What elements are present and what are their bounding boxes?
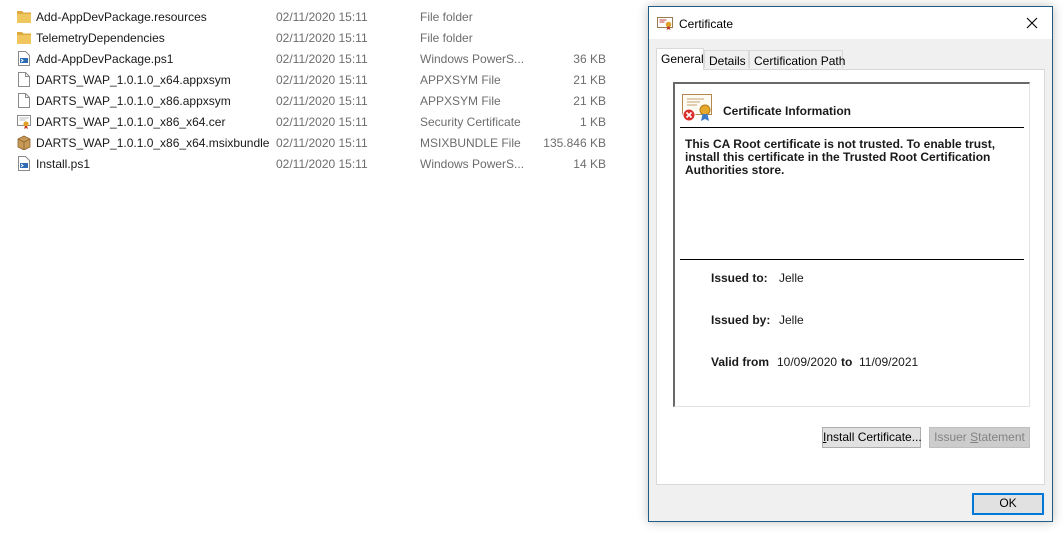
- trust-warning: This CA Root certificate is not trusted.…: [685, 137, 996, 177]
- file-row[interactable]: DARTS_WAP_1.0.1.0_x86.appxsym 02/11/2020…: [0, 90, 640, 111]
- blank-file-icon: [17, 72, 31, 87]
- file-date: 02/11/2020 15:11: [276, 31, 368, 45]
- file-size: 21 KB: [573, 94, 606, 108]
- issued-by-label: Issued by:: [711, 313, 771, 327]
- file-date: 02/11/2020 15:11: [276, 157, 368, 171]
- certificate-file-icon: [17, 114, 31, 129]
- issuer-statement-button[interactable]: Issuer Statement: [929, 427, 1030, 448]
- powershell-file-icon: [17, 156, 31, 171]
- powershell-file-icon: [17, 51, 31, 66]
- valid-to-label: to: [841, 355, 853, 369]
- issuer-mnemonic: S: [970, 430, 979, 444]
- file-name: Add-AppDevPackage.ps1: [36, 52, 174, 66]
- file-type: Security Certificate: [420, 115, 521, 129]
- file-date: 02/11/2020 15:11: [276, 136, 368, 150]
- file-row[interactable]: DARTS_WAP_1.0.1.0_x64.appxsym 02/11/2020…: [0, 69, 640, 90]
- file-size: 135.846 KB: [543, 136, 606, 150]
- title-bar[interactable]: Certificate: [649, 7, 1052, 39]
- file-size: 36 KB: [573, 52, 606, 66]
- valid-from-label: Valid from: [711, 355, 770, 369]
- dialog-title: Certificate: [679, 17, 734, 31]
- ok-button[interactable]: OK: [972, 493, 1044, 515]
- install-certificate-button[interactable]: Install Certificate...: [822, 427, 922, 448]
- file-row[interactable]: TelemetryDependencies 02/11/2020 15:11 F…: [0, 27, 640, 48]
- file-name: DARTS_WAP_1.0.1.0_x86_x64.msixbundle: [36, 136, 270, 150]
- file-row[interactable]: DARTS_WAP_1.0.1.0_x86_x64.cer 02/11/2020…: [0, 111, 640, 132]
- close-icon: [1026, 17, 1038, 29]
- file-type: APPXSYM File: [420, 94, 501, 108]
- file-size: 1 KB: [579, 115, 606, 129]
- issued-to-value: Jelle: [779, 271, 804, 285]
- file-list: Add-AppDevPackage.resources 02/11/2020 1…: [0, 6, 640, 174]
- folder-icon: [17, 30, 31, 45]
- file-name: Add-AppDevPackage.resources: [36, 10, 207, 24]
- file-type: APPXSYM File: [420, 73, 501, 87]
- divider: [680, 127, 1024, 128]
- tab-certification-path[interactable]: Certification Path: [749, 50, 845, 68]
- file-row[interactable]: Add-AppDevPackage.ps1 02/11/2020 15:11 W…: [0, 48, 640, 69]
- blank-file-icon: [17, 93, 31, 108]
- file-name: Install.ps1: [36, 157, 91, 171]
- tab-general[interactable]: General: [656, 48, 704, 70]
- valid-from-value: 10/09/2020: [777, 355, 838, 369]
- issued-to-label: Issued to:: [711, 271, 768, 285]
- certificate-icon: [657, 15, 673, 31]
- file-date: 02/11/2020 15:11: [276, 73, 368, 87]
- package-file-icon: [17, 135, 31, 151]
- close-button[interactable]: [1012, 7, 1052, 39]
- file-date: 02/11/2020 15:11: [276, 52, 368, 66]
- certificate-info-box: Certificate Information This CA Root cer…: [673, 82, 1030, 407]
- file-name: DARTS_WAP_1.0.1.0_x86.appxsym: [36, 94, 231, 108]
- file-row[interactable]: Add-AppDevPackage.resources 02/11/2020 1…: [0, 6, 640, 27]
- issued-by-value: Jelle: [779, 313, 804, 327]
- file-date: 02/11/2020 15:11: [276, 94, 368, 108]
- file-date: 02/11/2020 15:11: [276, 115, 368, 129]
- general-tab-panel: Certificate Information This CA Root cer…: [656, 69, 1045, 485]
- issuer-label-end: tatement: [978, 430, 1025, 444]
- file-type: Windows PowerS...: [420, 52, 525, 66]
- folder-icon: [17, 9, 31, 24]
- info-title: Certificate Information: [723, 104, 852, 118]
- file-type: File folder: [420, 31, 473, 45]
- file-name: DARTS_WAP_1.0.1.0_x64.appxsym: [36, 73, 231, 87]
- divider: [680, 259, 1024, 260]
- file-row[interactable]: DARTS_WAP_1.0.1.0_x86_x64.msixbundle 02/…: [0, 132, 640, 153]
- tab-details[interactable]: Details: [704, 50, 749, 68]
- certificate-dialog: Certificate General Details Certificatio…: [648, 6, 1053, 522]
- file-name: TelemetryDependencies: [36, 31, 165, 45]
- untrusted-certificate-icon: [680, 93, 714, 123]
- issuer-label-start: Issuer: [934, 430, 971, 444]
- file-size: 14 KB: [573, 157, 606, 171]
- install-label: nstall Certificate...: [826, 430, 922, 444]
- file-row[interactable]: Install.ps1 02/11/2020 15:11 Windows Pow…: [0, 153, 640, 174]
- file-name: DARTS_WAP_1.0.1.0_x86_x64.cer: [36, 115, 226, 129]
- file-type: Windows PowerS...: [420, 157, 525, 171]
- file-date: 02/11/2020 15:11: [276, 10, 368, 24]
- valid-to-value: 11/09/2021: [859, 355, 919, 369]
- file-type: File folder: [420, 10, 473, 24]
- file-size: 21 KB: [573, 73, 606, 87]
- file-type: MSIXBUNDLE File: [420, 136, 521, 150]
